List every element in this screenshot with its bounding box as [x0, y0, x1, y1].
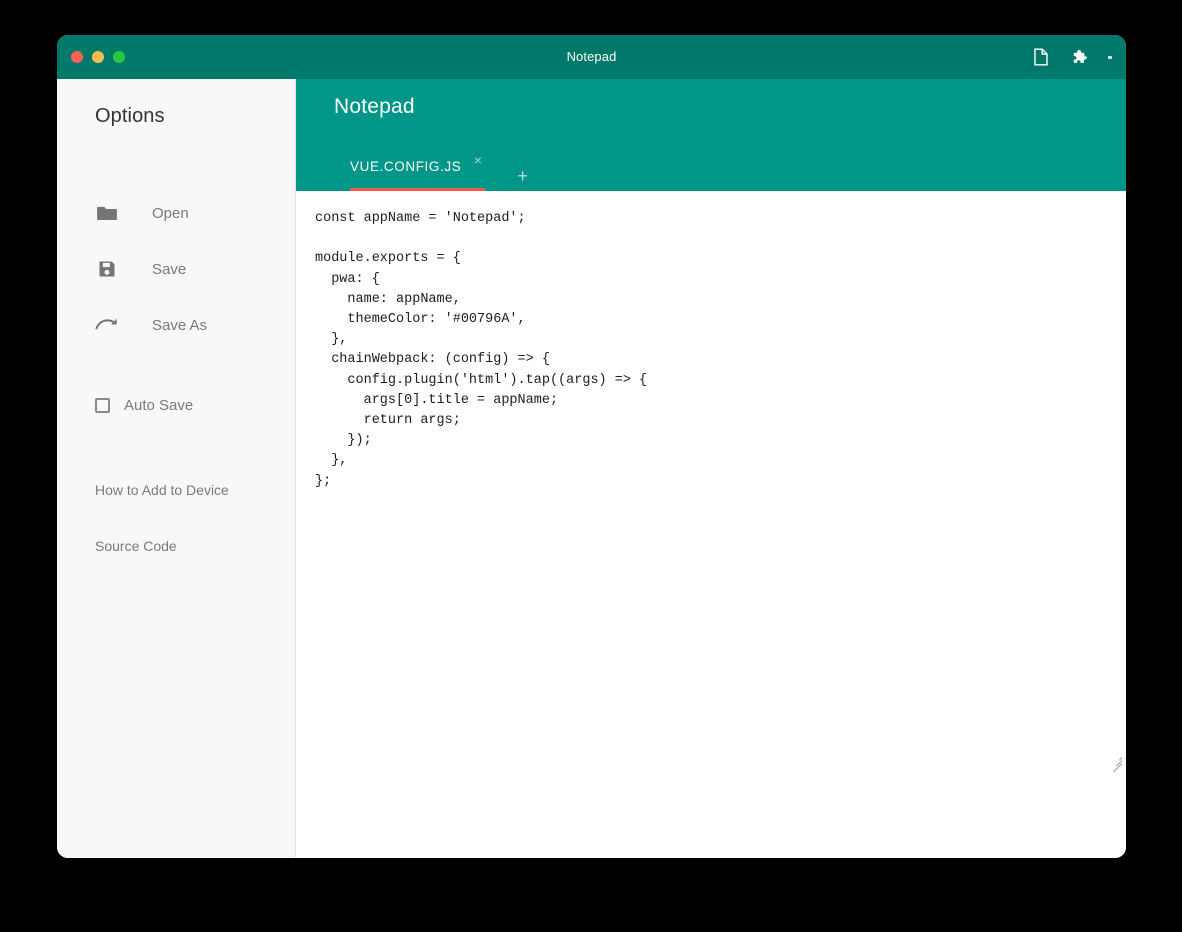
sidebar-menu: Open Save Save As: [57, 185, 295, 353]
tab-vue-config-js[interactable]: VUE.CONFIG.JS ×: [296, 143, 486, 191]
app-header: Notepad VUE.CONFIG.JS × +: [296, 79, 1126, 191]
sidebar-item-save-as-label: Save As: [152, 316, 208, 334]
folder-icon: [95, 201, 119, 225]
sidebar-link-how-to-add-to-device-label: How to Add to Device: [95, 482, 229, 498]
auto-save-checkbox[interactable]: [95, 398, 110, 413]
sidebar-item-save-label: Save: [152, 260, 187, 278]
auto-save-row[interactable]: Auto Save: [57, 397, 295, 414]
window-title: Notepad: [566, 49, 617, 64]
sidebar-title: Options: [95, 105, 165, 127]
window-body: Options Open Save Save As Auto Save How …: [57, 79, 1126, 858]
redo-arrow-icon: [95, 313, 119, 337]
sidebar-link-how-to-add-to-device[interactable]: How to Add to Device: [57, 462, 295, 518]
tab-label: VUE.CONFIG.JS: [350, 158, 462, 174]
puzzle-piece-icon[interactable]: [1070, 48, 1088, 66]
app-title: Notepad: [334, 95, 415, 118]
editor-area: [296, 191, 1126, 858]
save-icon: [95, 257, 119, 281]
window-titlebar: Notepad: [57, 35, 1126, 79]
tab-strip: VUE.CONFIG.JS × +: [296, 143, 1126, 191]
window-controls: [71, 51, 125, 63]
page-icon[interactable]: [1032, 48, 1050, 66]
app-window: Notepad Options Open Save Save As Auto S…: [57, 35, 1126, 858]
window-minimize-button[interactable]: [92, 51, 104, 63]
main-pane: Notepad VUE.CONFIG.JS × +: [296, 79, 1126, 858]
close-icon[interactable]: ×: [471, 153, 485, 167]
auto-save-label: Auto Save: [124, 397, 194, 414]
window-close-button[interactable]: [71, 51, 83, 63]
sidebar-item-open[interactable]: Open: [57, 185, 295, 241]
sidebar: Options Open Save Save As Auto Save How …: [57, 79, 296, 858]
titlebar-actions: [1032, 48, 1112, 66]
sidebar-link-source-code-label: Source Code: [95, 538, 177, 554]
sidebar-links: How to Add to Device Source Code: [57, 462, 295, 574]
sidebar-item-save-as[interactable]: Save As: [57, 297, 295, 353]
add-tab-button[interactable]: +: [509, 163, 536, 189]
sidebar-item-open-label: Open: [152, 204, 189, 222]
sidebar-item-save[interactable]: Save: [57, 241, 295, 297]
desktop-background: Notepad Options Open Save Save As Auto S…: [0, 0, 1182, 932]
textarea-resize-handle[interactable]: [1108, 752, 1123, 773]
sidebar-link-source-code[interactable]: Source Code: [57, 518, 295, 574]
kebab-menu-icon[interactable]: [1108, 48, 1112, 66]
window-maximize-button[interactable]: [113, 51, 125, 63]
code-editor-textarea[interactable]: [296, 191, 1126, 858]
